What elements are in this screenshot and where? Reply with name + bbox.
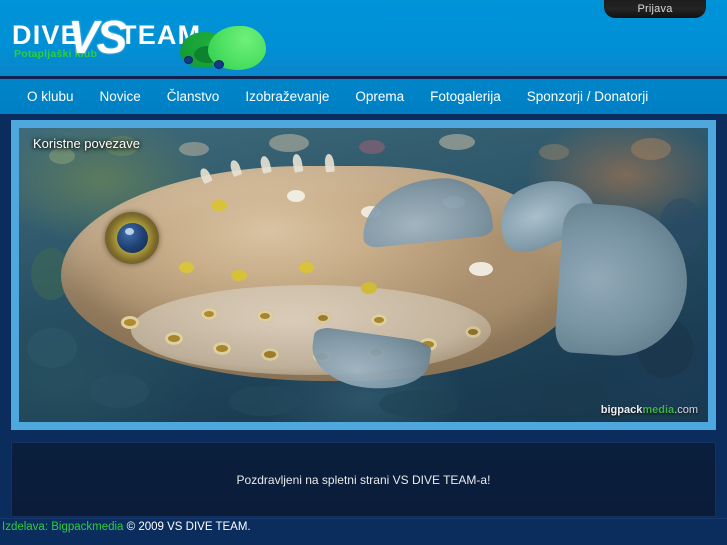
two-fish-icon xyxy=(178,20,268,72)
watermark-part-domain: .com xyxy=(674,404,698,416)
login-tab-label: Prijava xyxy=(637,2,673,15)
site-logo[interactable]: DIVE VS TEAM Potapljaški klub xyxy=(12,14,200,64)
login-tab-button[interactable]: Prijava xyxy=(604,0,706,18)
nav-item-oprema[interactable]: Oprema xyxy=(355,79,404,114)
nav-item-sponzorji-donatorji[interactable]: Sponzorji / Donatorji xyxy=(527,79,649,114)
site-header-banner: DIVE VS TEAM Potapljaški klub Prijava xyxy=(0,0,727,78)
watermark-part-media: media xyxy=(642,404,675,416)
image-watermark: bigpackmedia.com xyxy=(601,404,698,416)
pufferfish-eye-glint xyxy=(125,228,134,235)
pufferfish-pupil xyxy=(117,223,148,253)
pufferfish-body xyxy=(61,153,581,396)
hero-caption: Koristne povezave xyxy=(33,136,140,151)
banner-divider xyxy=(0,76,727,79)
fish-back-eye-icon xyxy=(184,56,193,64)
page-content: Koristne povezave bigpackmedia.com Pozdr… xyxy=(0,114,727,545)
pufferfish-belly xyxy=(131,285,491,375)
watermark-part-bigpack: bigpack xyxy=(600,404,643,416)
hero-image-frame: Koristne povezave bigpackmedia.com xyxy=(11,120,716,430)
hero-image[interactable]: Koristne povezave bigpackmedia.com xyxy=(19,128,708,422)
footer-divider xyxy=(0,518,727,519)
fish-front-eye-icon xyxy=(214,60,224,69)
nav-item-novice[interactable]: Novice xyxy=(100,79,141,114)
footer-credit-author[interactable]: Izdelava: Bigpackmedia xyxy=(2,521,123,533)
pufferfish-dorsal-fin xyxy=(358,173,494,249)
nav-item-fotogalerija[interactable]: Fotogalerija xyxy=(430,79,501,114)
welcome-message: Pozdravljeni na spletni strani VS DIVE T… xyxy=(236,472,491,487)
footer-credit: Izdelava: Bigpackmedia © 2009 VS DIVE TE… xyxy=(2,521,251,533)
nav-item-o-klubu[interactable]: O klubu xyxy=(27,79,74,114)
welcome-panel: Pozdravljeni na spletni strani VS DIVE T… xyxy=(11,442,716,517)
pufferfish-eye xyxy=(105,212,159,264)
nav-item-izobrazevanje[interactable]: Izobraževanje xyxy=(245,79,329,114)
logo-word-vs: VS xyxy=(68,11,127,63)
main-navigation: O klubu Novice Članstvo Izobraževanje Op… xyxy=(0,79,727,114)
nav-item-clanstvo[interactable]: Članstvo xyxy=(167,79,220,114)
footer-copyright: © 2009 VS DIVE TEAM. xyxy=(126,521,251,533)
